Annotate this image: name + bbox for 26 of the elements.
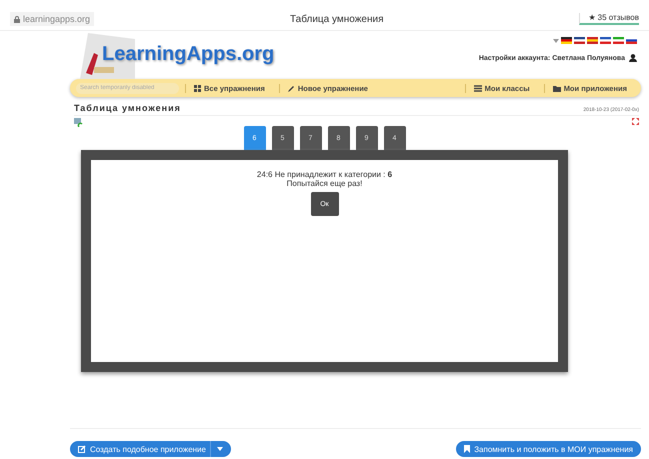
flag-icon[interactable] (574, 37, 585, 44)
flag-icon[interactable] (613, 37, 624, 44)
edit-icon (78, 445, 86, 453)
flag-icon[interactable] (600, 37, 611, 44)
list-icon (474, 84, 482, 92)
fullscreen-icon[interactable] (632, 118, 639, 125)
result-message: 24:6 Не принадлежит к категории :6 (256, 170, 392, 179)
flag-icon[interactable] (626, 37, 637, 44)
logo[interactable]: LearningApps.org (102, 43, 274, 79)
edit-help-icon[interactable] (74, 118, 83, 127)
create-similar-button[interactable]: Создать подобное приложение (70, 441, 231, 457)
dropdown-caret-icon[interactable] (553, 38, 559, 42)
folder-icon (552, 84, 561, 92)
reviews-link[interactable]: ★ 35 отзывов (579, 13, 639, 25)
user-icon[interactable] (629, 54, 637, 62)
bookmark-icon (464, 445, 470, 453)
flag-icon[interactable] (561, 37, 572, 44)
app-title: Таблица умножения (74, 103, 181, 113)
lock-icon (14, 16, 20, 22)
caret-icon[interactable] (216, 447, 223, 451)
pencil-icon (288, 84, 295, 92)
address-bar[interactable]: learningapps.org (10, 12, 94, 26)
page-title: Таблица умножения (289, 14, 384, 24)
save-to-my-exercises-button[interactable]: Запомнить и положить в МОИ упражнения (456, 441, 641, 457)
retry-hint: Попытайся еще раз! (286, 179, 362, 188)
grid-icon (194, 84, 201, 92)
